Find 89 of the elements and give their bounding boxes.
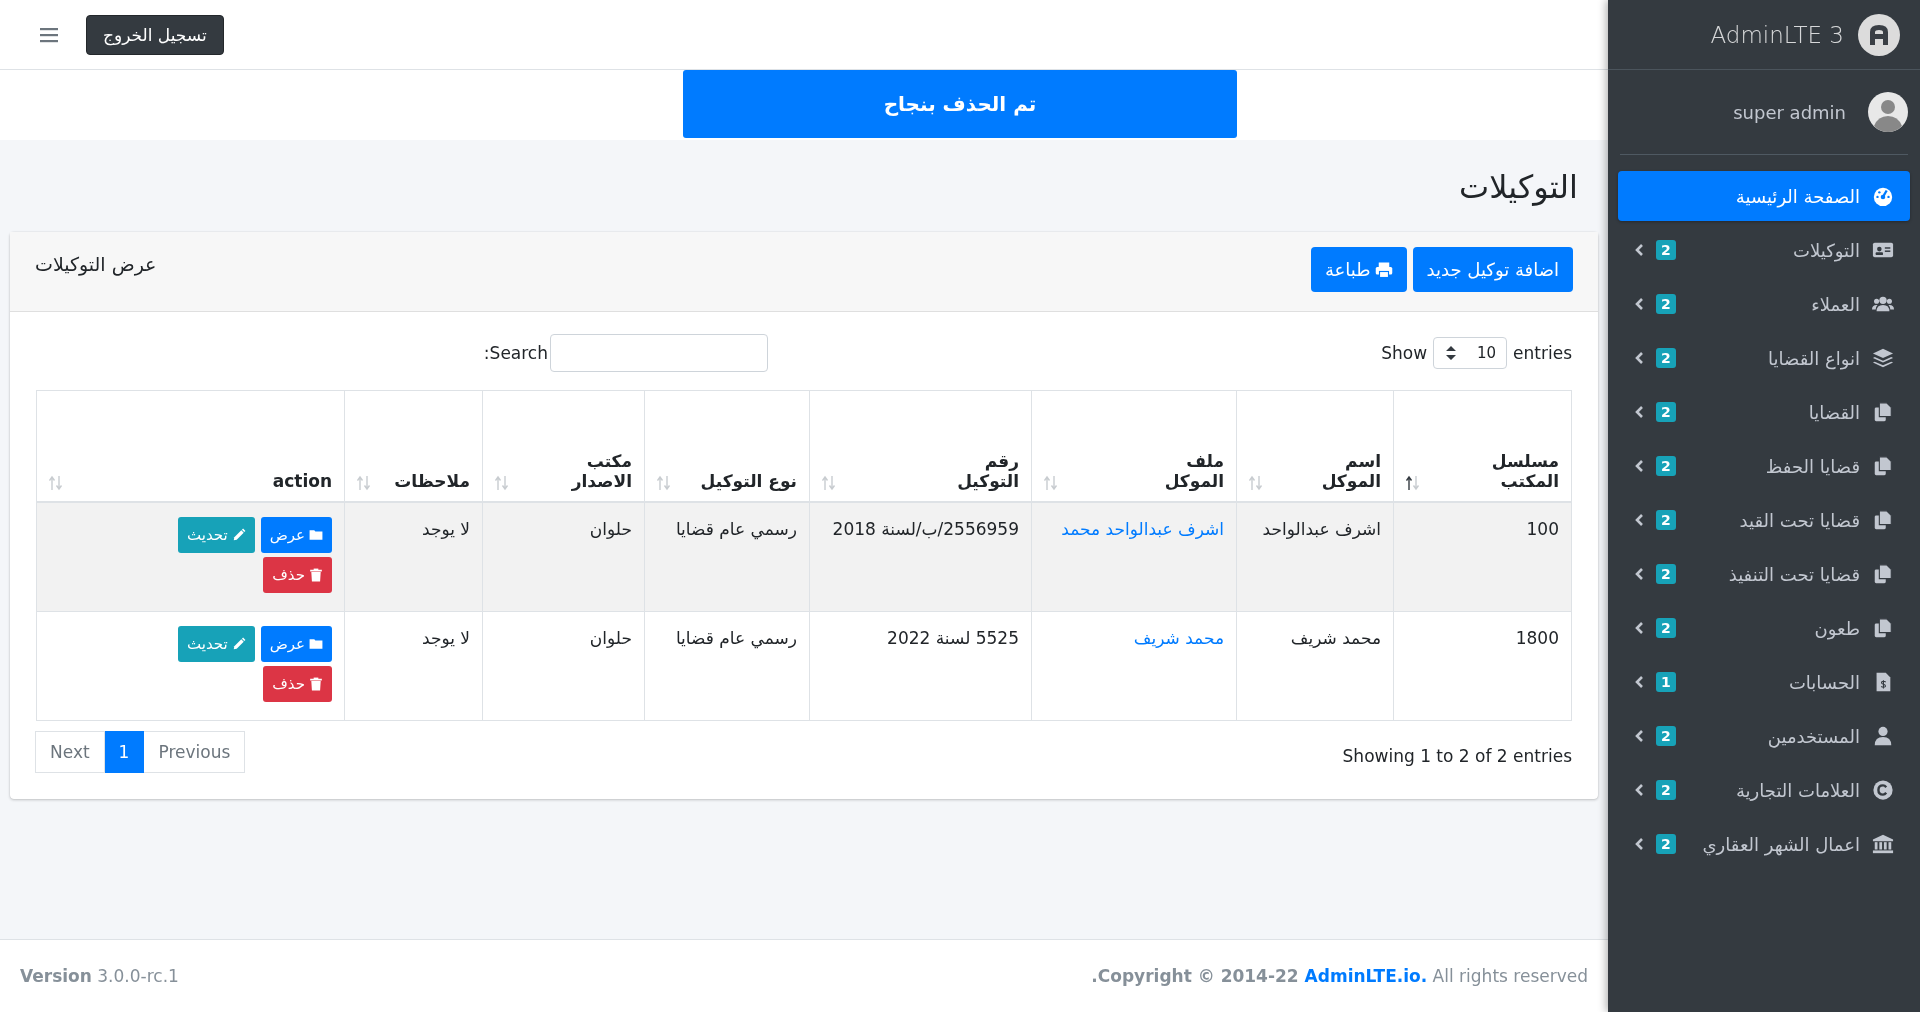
column-header[interactable]: ملف الموكل [1124,451,1224,491]
card-title: عرض التوكيلات [35,252,157,275]
table-cell: رسمي عام قضايا [675,628,797,648]
copyright-text: .Copyright © 2014-22 AdminLTE.io. All rights reserved [1091,966,1588,986]
chevron-icon [1634,513,1644,527]
chevron-icon [1634,351,1644,365]
nav-item[interactable]: الصفحة الرئيسية [1618,171,1910,221]
count-badge: 2 [1656,834,1676,854]
trash-icon [309,568,323,582]
pagination-link[interactable]: 1 [103,731,145,773]
table-cell: لا يوجد [421,628,470,648]
documents-icon [1872,563,1894,585]
table-info: Showing 1 to 2 of 2 entries [1342,745,1572,766]
table-cell: لا يوجد [421,519,470,539]
folder-icon [309,528,323,542]
documents-icon [1872,455,1894,477]
chevron-icon [1634,567,1644,581]
page-title: التوكيلات [1458,167,1579,208]
folder-icon [309,637,323,651]
count-badge: 2 [1656,618,1676,638]
print-button[interactable]: طباعة [1310,247,1407,292]
logout-button[interactable]: تسجيل الخروج [86,14,224,55]
chevron-icon [1634,675,1644,689]
column-header[interactable]: نوع التوكيل [700,471,797,491]
printer-icon [1374,260,1393,279]
chevron-icon [1634,837,1644,851]
count-badge: 1 [1656,672,1676,692]
trash-icon [309,677,323,691]
documents-icon [1872,401,1894,423]
count-badge: 2 [1656,564,1676,584]
gauge-icon [1872,185,1894,207]
search-field[interactable] [550,334,768,372]
pencil-icon [231,637,246,651]
avatar-icon [1868,92,1908,132]
chevron-icon [1634,729,1644,743]
table-cell: اشرف عبدالواحد [1262,519,1381,539]
chevron-icon [1634,243,1644,257]
client-file-link[interactable]: محمد شريف [1133,628,1224,648]
chevron-icon [1634,783,1644,797]
table-cell: 1800 [1515,628,1559,648]
documents-icon [1872,617,1894,639]
user-icon [1872,725,1894,747]
copyright-icon [1872,779,1894,801]
success-alert: تم الحذف بنجاح [683,70,1237,138]
chevron-icon [1634,621,1644,635]
column-header[interactable]: ملاحظات [394,471,470,491]
column-header[interactable]: رقم التوكيل [919,451,1019,491]
brand-name[interactable]: AdminLTE 3 [1710,21,1844,48]
entries-label: entries [1513,343,1572,363]
table-cell: رسمي عام قضايا [675,519,797,539]
count-badge: 2 [1656,348,1676,368]
sort-caret-icon [1446,346,1457,360]
count-badge: 2 [1656,240,1676,260]
pencil-icon [231,528,246,542]
client-file-link[interactable]: اشرف عبدالواحد محمد [1061,519,1224,539]
layers-icon [1872,347,1894,369]
chevron-icon [1634,405,1644,419]
delete-button[interactable]: حذف [263,557,332,593]
view-button[interactable]: عرض [260,626,332,662]
show-label: Show [1381,343,1428,363]
add-button[interactable]: اضافة توكيل جديد [1412,247,1573,292]
table-cell: حلوان [589,519,632,539]
table-cell: محمد شريف [1290,628,1381,648]
page-size-select[interactable]: 10 [1433,337,1508,369]
bank-icon [1872,833,1894,855]
version-text: Version 3.0.0-rc.1 [20,966,179,986]
search-label: :Search [483,343,548,363]
view-button[interactable]: عرض [260,517,332,553]
count-badge: 2 [1656,456,1676,476]
chevron-icon [1634,297,1644,311]
pagination-link[interactable]: Next [35,731,105,773]
table-cell: 5525 لسنة 2022 [887,628,1019,648]
count-badge: 2 [1656,726,1676,746]
count-badge: 2 [1656,510,1676,530]
menu-icon[interactable] [40,26,58,43]
count-badge: 2 [1656,294,1676,314]
table-cell: حلوان [589,628,632,648]
user-name[interactable]: super admin [1733,101,1846,123]
chevron-icon [1634,459,1644,473]
column-header[interactable]: مسلسل المكتب [1459,451,1559,491]
table-cell: 2556959/ب/لسنة 2018 [832,519,1019,539]
logo-icon [1858,13,1900,56]
column-header[interactable]: action [272,471,332,491]
adminlte-link[interactable]: AdminLTE.io. [1304,966,1428,986]
documents-icon [1872,509,1894,531]
count-badge: 2 [1656,402,1676,422]
table-cell: 100 [1526,519,1559,539]
count-badge: 2 [1656,780,1676,800]
delete-button[interactable]: حذف [263,666,332,702]
